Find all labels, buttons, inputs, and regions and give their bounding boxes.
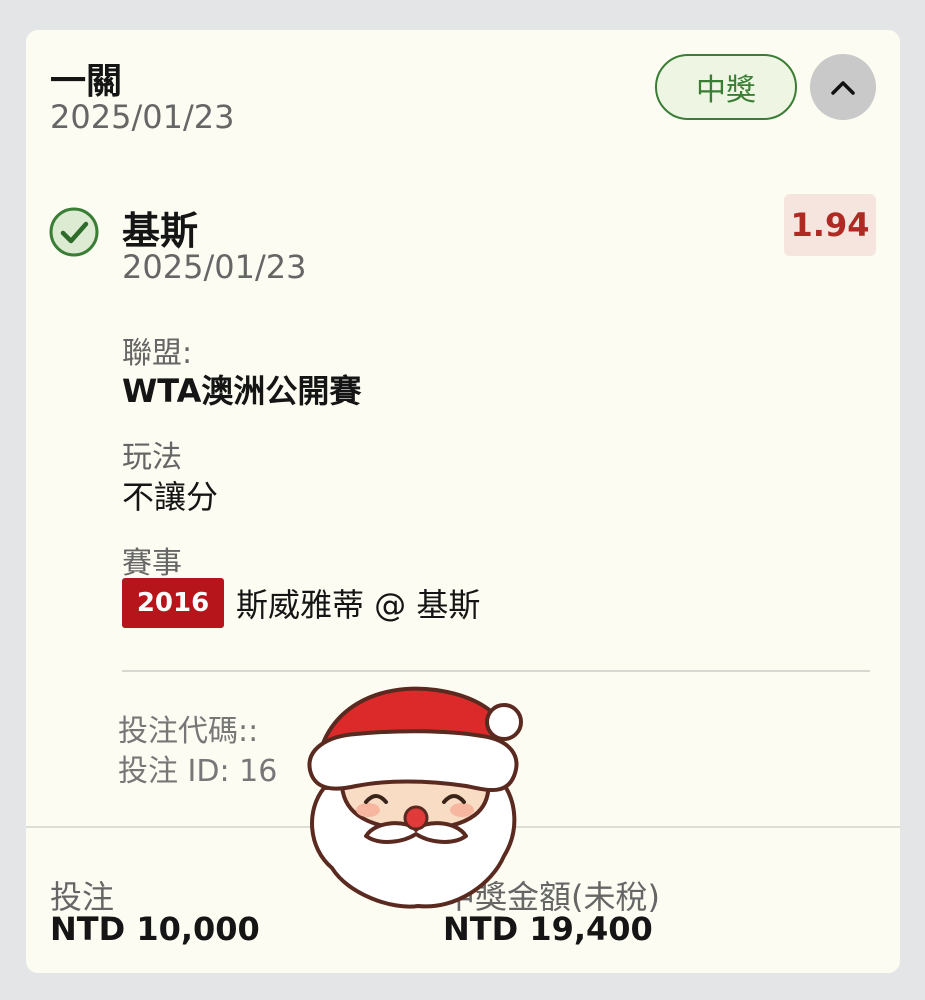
chevron-up-icon [831, 81, 855, 95]
event-row: 2016 斯威雅蒂 @ 基斯 [122, 578, 480, 628]
odds-badge: 1.94 [784, 194, 876, 256]
selection-name: 基斯 [122, 209, 199, 253]
event-label: 賽事 [122, 546, 182, 581]
event-number-badge: 2016 [122, 578, 224, 628]
league-value: WTA澳洲公開賽 [122, 372, 362, 410]
collapse-button[interactable] [810, 54, 876, 120]
bet-code: 投注代碼:: [118, 714, 259, 749]
santa-sticker [307, 686, 523, 909]
bet-id: 投注 ID: 16 [118, 754, 278, 789]
market-label: 玩法 [122, 440, 182, 475]
bet-card: 一關 2025/01/23 中獎 基斯 2025/01/23 1.94 聯盟: … [26, 30, 900, 973]
stake-value: NTD 10,000 [50, 910, 260, 948]
win-status-badge: 中獎 [655, 54, 797, 120]
bet-type-title: 一關 [50, 61, 123, 102]
bet-date: 2025/01/23 [50, 98, 235, 136]
selection-date: 2025/01/23 [122, 248, 307, 286]
event-teams: 斯威雅蒂 @ 基斯 [236, 586, 481, 624]
check-circle-icon [49, 207, 99, 257]
market-value: 不讓分 [122, 478, 219, 516]
